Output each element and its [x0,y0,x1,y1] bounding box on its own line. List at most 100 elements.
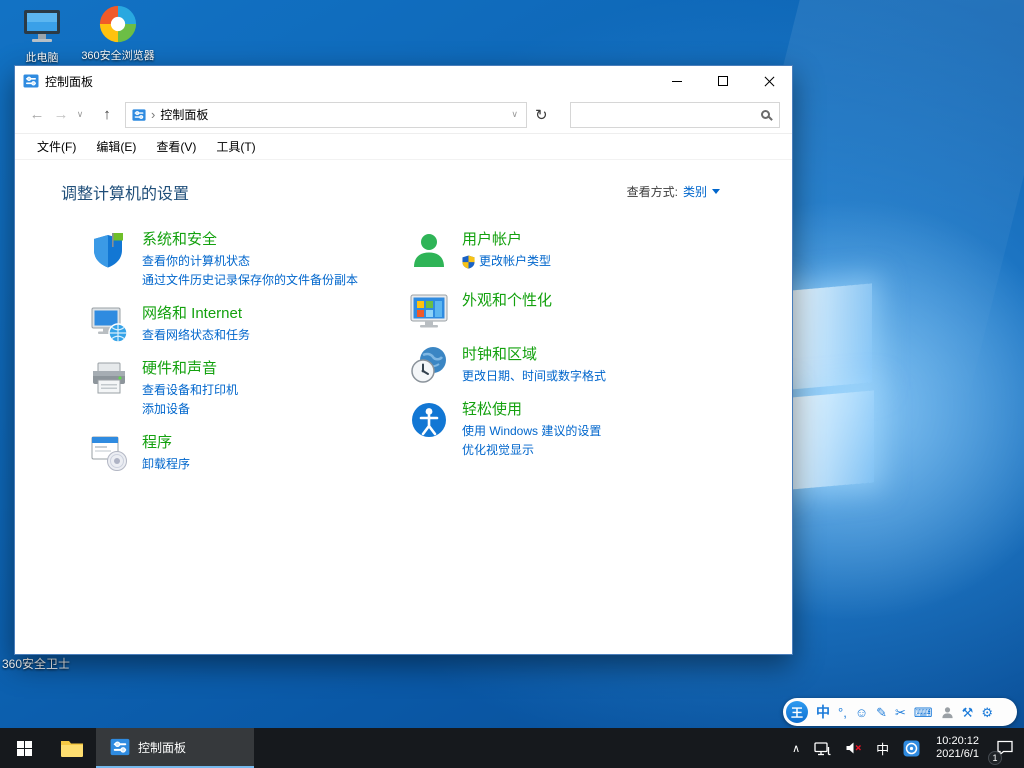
maximize-button[interactable] [700,66,746,96]
menu-tools[interactable]: 工具(T) [206,138,265,155]
desktop-icon-360-browser[interactable]: 360安全浏览器 [80,4,156,63]
taskbar: 控制面板 ∧ 中 [0,728,1024,768]
uac-shield-icon [462,255,475,269]
category-link[interactable]: 使用 Windows 建议的设置 [462,422,601,441]
menu-bar: 文件(F) 编辑(E) 查看(V) 工具(T) [15,134,792,160]
category-title[interactable]: 系统和安全 [142,230,358,250]
accessibility-icon[interactable] [409,400,449,440]
handwriting-icon[interactable]: ✎ [876,706,887,719]
category-link-uac[interactable]: 更改帐户类型 [462,252,551,271]
control-panel-content: 调整计算机的设置 查看方式: 类别 系统和安全 查看你 [15,160,792,654]
search-icon[interactable] [761,110,770,119]
browser-tray-icon[interactable] [896,728,927,768]
breadcrumb[interactable]: 控制面板 [160,106,502,123]
ime-punctuation-toggle[interactable]: °, [838,706,847,719]
search-box[interactable] [570,102,780,128]
category-link[interactable]: 查看你的计算机状态 [142,252,358,271]
category-appearance: 外观和个性化 [409,291,739,331]
view-by-value[interactable]: 类别 [683,183,707,200]
chevron-down-icon[interactable] [712,189,720,194]
page-title: 调整计算机的设置 [61,180,189,204]
file-explorer-button[interactable] [48,728,96,768]
navigation-bar: ← → ∨ ↑ › 控制面板 ∨ ↻ [15,96,792,134]
clock-time: 10:20:12 [936,735,979,748]
ime-mode-toggle[interactable]: 中 [816,705,830,719]
printer-icon[interactable] [89,359,129,399]
clock-icon[interactable] [409,345,449,385]
forward-icon[interactable]: → [49,106,73,123]
ime-indicator[interactable]: 中 [869,728,896,768]
programs-icon[interactable] [89,433,129,473]
desktop-icon-this-pc[interactable]: 此电脑 [4,6,80,65]
category-programs: 程序 卸载程序 [89,433,419,474]
desktop: 此电脑 360安全浏览器 360安全卫士 控制面板 [0,0,1024,768]
tray-overflow-chevron-icon[interactable]: ∧ [785,728,807,768]
window-titlebar[interactable]: 控制面板 [15,66,792,96]
windows-logo-pane [790,283,872,389]
close-button[interactable] [746,66,792,96]
address-bar[interactable]: › 控制面板 ∨ [125,102,527,128]
address-dropdown-icon[interactable]: ∨ [507,109,522,120]
360-browser-icon [80,4,156,44]
category-title[interactable]: 外观和个性化 [462,291,552,311]
category-link[interactable]: 优化视觉显示 [462,441,601,460]
this-pc-icon [4,6,80,46]
category-title[interactable]: 网络和 Internet [142,304,250,324]
control-panel-icon [132,108,146,122]
personalization-icon[interactable] [409,291,449,331]
up-icon[interactable]: ↑ [95,106,119,123]
category-link[interactable]: 查看设备和打印机 [142,381,238,400]
folder-icon [60,738,84,758]
category-network-internet: 网络和 Internet 查看网络状态和任务 [89,304,419,345]
back-icon[interactable]: ← [25,106,49,123]
windows-logo-icon [17,741,32,756]
ime-logo[interactable]: 王 [786,701,808,723]
category-link[interactable]: 更改日期、时间或数字格式 [462,367,606,386]
network-icon[interactable] [807,728,838,768]
category-clock-region: 时钟和区域 更改日期、时间或数字格式 [409,345,739,386]
menu-edit[interactable]: 编辑(E) [86,138,146,155]
menu-file[interactable]: 文件(F) [27,138,86,155]
search-input[interactable] [577,105,761,125]
history-dropdown-icon[interactable]: ∨ [73,109,87,120]
action-center-button[interactable]: 1 [988,728,1024,768]
gear-icon[interactable]: ⚙ [981,706,993,719]
category-link[interactable]: 卸载程序 [142,455,190,474]
ime-toolbar: 王 中 °, ☺ ✎ ✂ ⌨ ⚒ ⚙ [783,698,1017,726]
taskbar-clock[interactable]: 10:20:12 2021/6/1 [927,728,988,768]
menu-view[interactable]: 查看(V) [146,138,206,155]
volume-muted-icon[interactable] [838,728,869,768]
windows-logo-pane [790,390,874,489]
category-title[interactable]: 用户帐户 [462,230,551,250]
screenshot-scissors-icon[interactable]: ✂ [895,706,906,719]
toolbox-icon[interactable]: ⚒ [962,706,974,719]
category-link-label: 更改帐户类型 [479,252,551,271]
control-panel-icon [23,73,39,89]
emoji-icon[interactable]: ☺ [855,706,868,719]
network-icon[interactable] [89,304,129,344]
desktop-icon-360-safety-label[interactable]: 360安全卫士 [2,655,70,672]
category-link[interactable]: 添加设备 [142,400,238,419]
soft-keyboard-icon[interactable]: ⌨ [914,706,933,719]
minimize-button[interactable] [654,66,700,96]
category-title[interactable]: 轻松使用 [462,400,601,420]
category-title[interactable]: 硬件和声音 [142,359,238,379]
start-button[interactable] [0,728,48,768]
desktop-icon-label: 此电脑 [4,49,80,65]
taskbar-app-control-panel[interactable]: 控制面板 [96,728,254,768]
desktop-icon-label: 360安全浏览器 [80,47,156,63]
shield-icon[interactable] [89,230,129,270]
refresh-icon[interactable]: ↻ [527,106,556,124]
categories-left: 系统和安全 查看你的计算机状态 通过文件历史记录保存你的文件备份副本 [89,230,419,488]
category-link[interactable]: 查看网络状态和任务 [142,326,250,345]
clock-date: 2021/6/1 [936,748,979,761]
window-title: 控制面板 [45,73,93,90]
category-title[interactable]: 时钟和区域 [462,345,606,365]
breadcrumb-chevron-icon: › [151,107,155,122]
category-title[interactable]: 程序 [142,433,190,453]
category-user-accounts: 用户帐户 更改帐户类型 [409,230,739,271]
user-icon[interactable] [409,230,449,270]
category-link[interactable]: 通过文件历史记录保存你的文件备份副本 [142,271,358,290]
account-icon[interactable] [941,706,954,719]
category-hardware-sound: 硬件和声音 查看设备和打印机 添加设备 [89,359,419,419]
